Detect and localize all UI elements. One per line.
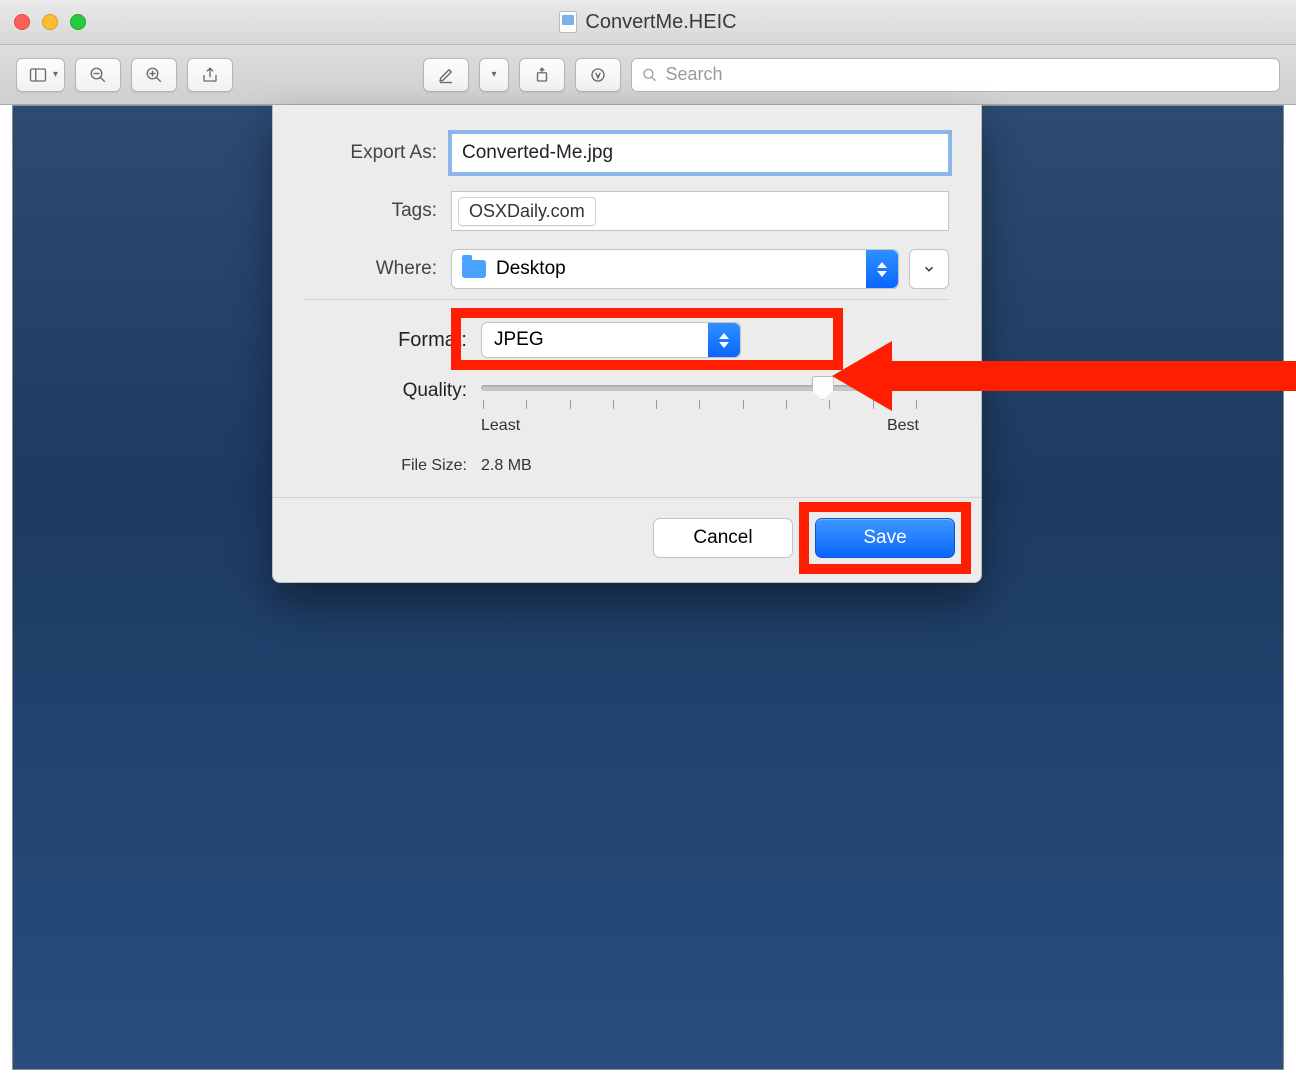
slider-knob[interactable] <box>812 376 834 400</box>
markup-button[interactable] <box>423 58 469 92</box>
annotate-button[interactable] <box>575 58 621 92</box>
folder-icon <box>462 260 486 278</box>
rotate-button[interactable] <box>519 58 565 92</box>
minimize-window-button[interactable] <box>42 14 58 30</box>
window-title: ConvertMe.HEIC <box>585 11 736 34</box>
zoom-window-button[interactable] <box>70 14 86 30</box>
where-value: Desktop <box>496 258 566 280</box>
zoom-in-button[interactable] <box>131 58 177 92</box>
save-button[interactable]: Save <box>815 518 955 558</box>
tag-pill[interactable]: OSXDaily.com <box>458 197 596 226</box>
format-select[interactable]: JPEG <box>481 322 741 358</box>
updown-icon <box>708 323 740 357</box>
divider <box>305 299 949 300</box>
search-input[interactable] <box>665 64 1269 85</box>
export-as-input[interactable] <box>451 133 949 173</box>
quality-least-label: Least <box>481 417 520 435</box>
markup-more-button[interactable]: ▾ <box>479 58 509 92</box>
tags-input[interactable]: OSXDaily.com <box>451 191 949 231</box>
cancel-button[interactable]: Cancel <box>653 518 793 558</box>
chevron-down-icon: ▾ <box>492 69 497 80</box>
sidebar-toggle-button[interactable]: ▾ <box>16 58 65 92</box>
close-window-button[interactable] <box>14 14 30 30</box>
format-value: JPEG <box>494 329 544 351</box>
where-select[interactable]: Desktop <box>451 249 899 289</box>
toolbar: ▾ ▾ <box>0 45 1296 105</box>
search-icon <box>642 67 657 83</box>
tags-label: Tags: <box>305 200 437 222</box>
quality-best-label: Best <box>887 417 919 435</box>
file-icon <box>559 11 577 33</box>
quality-label: Quality: <box>319 380 467 402</box>
file-size-value: 2.8 MB <box>481 457 532 475</box>
file-size-label: File Size: <box>319 457 467 475</box>
zoom-out-button[interactable] <box>75 58 121 92</box>
export-sheet: Export As: Tags: OSXDaily.com Where: Des… <box>272 105 982 583</box>
chevron-down-icon <box>922 262 936 276</box>
share-button[interactable] <box>187 58 233 92</box>
format-label: Format: <box>319 329 467 352</box>
where-label: Where: <box>305 258 437 280</box>
disclosure-button[interactable] <box>909 249 949 289</box>
traffic-lights <box>14 14 86 30</box>
chevron-down-icon: ▾ <box>53 69 58 80</box>
window-titlebar: ConvertMe.HEIC <box>0 0 1296 45</box>
search-field[interactable] <box>631 58 1280 92</box>
export-as-label: Export As: <box>305 142 437 164</box>
quality-slider[interactable] <box>481 380 919 396</box>
slider-ticks <box>481 400 919 409</box>
updown-icon <box>866 250 898 288</box>
